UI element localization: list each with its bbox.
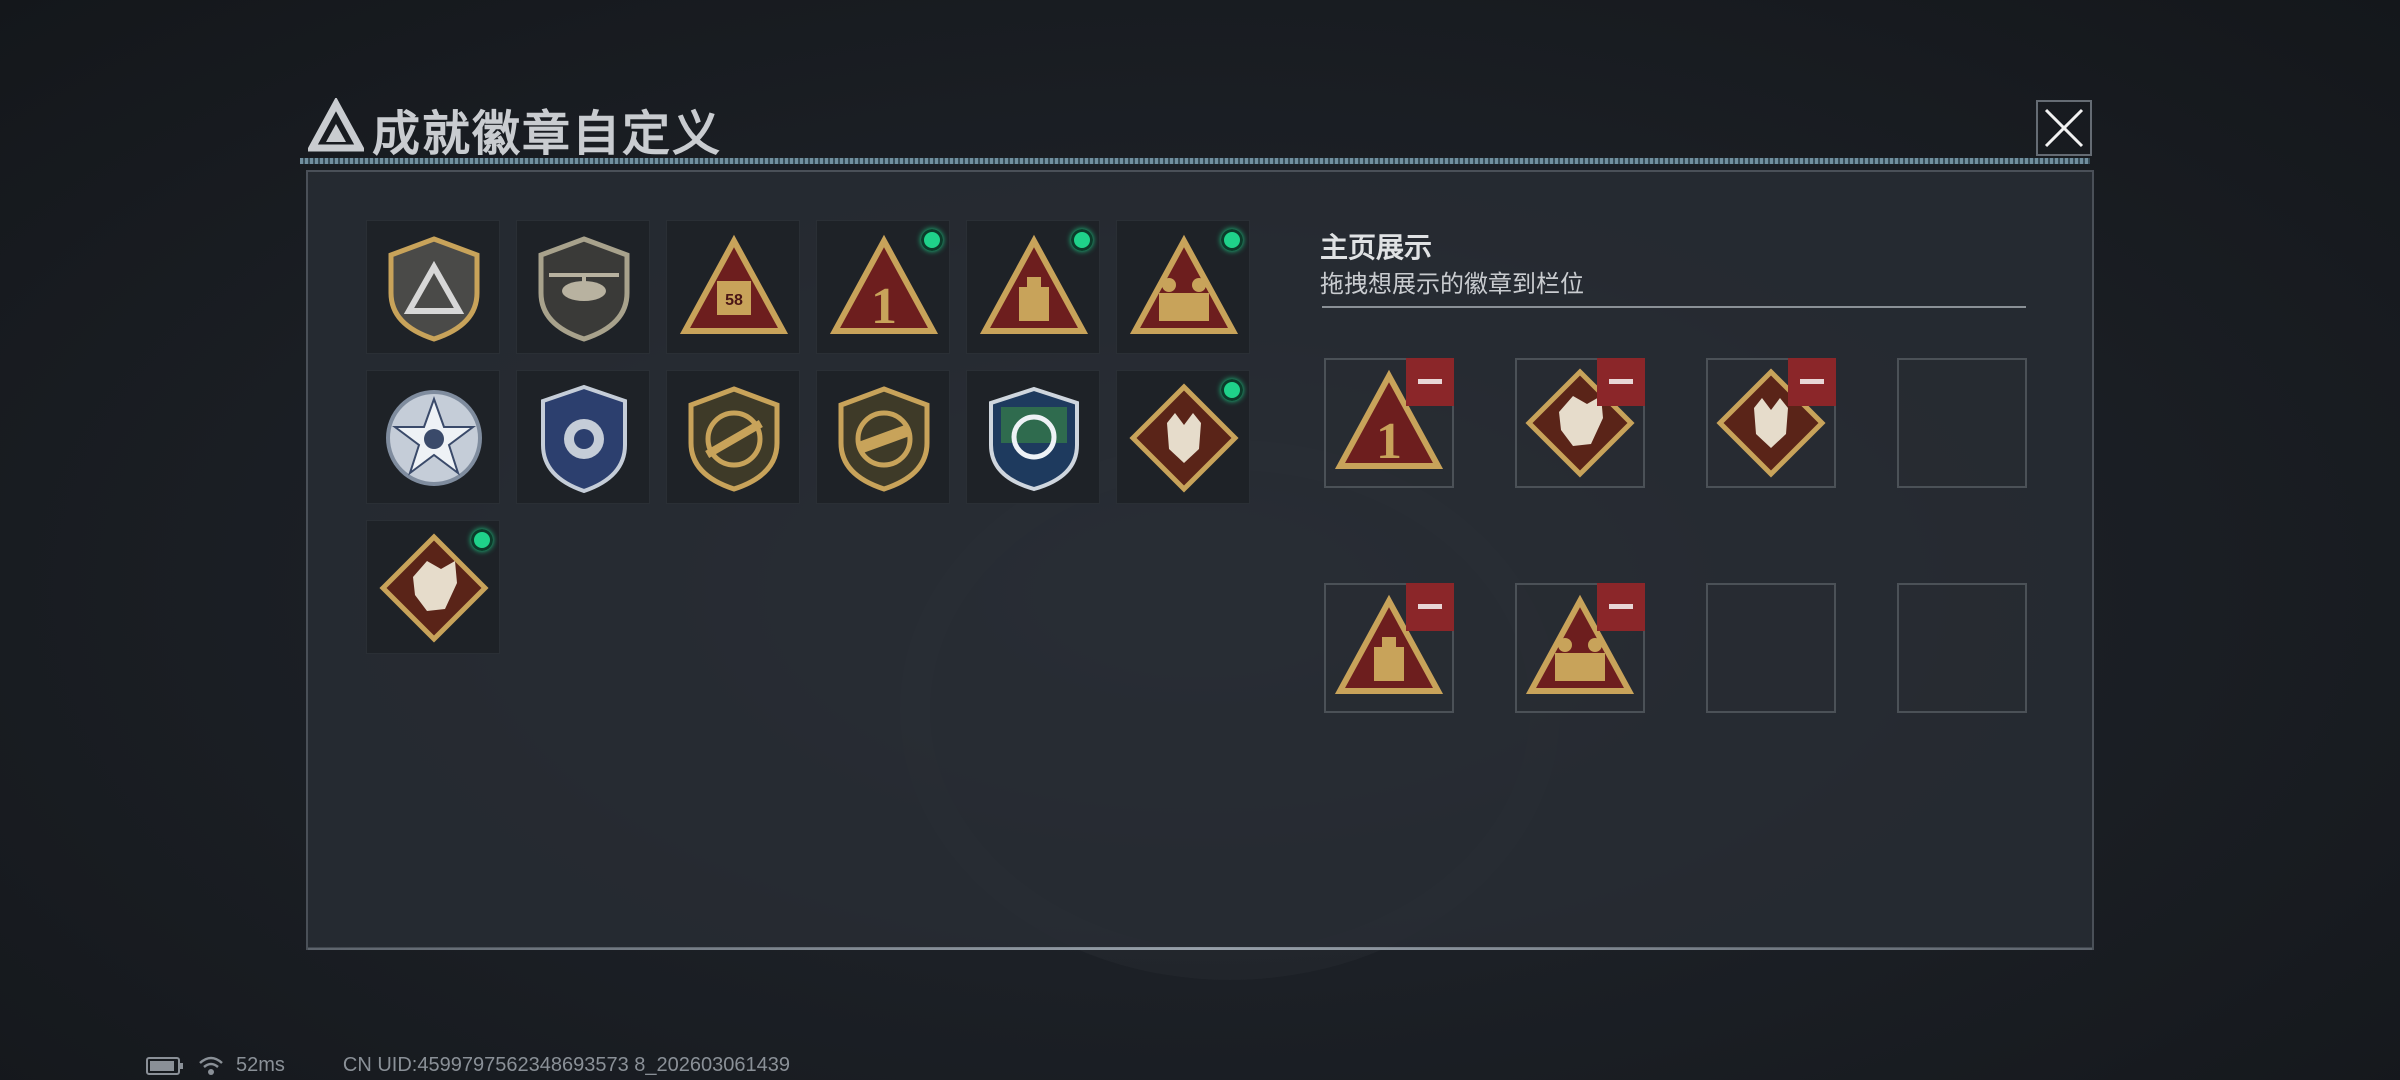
showcase-slot[interactable] <box>1706 358 1836 488</box>
close-icon[interactable] <box>2036 100 2092 156</box>
svg-text:1: 1 <box>871 278 897 335</box>
green-blue-crest-badge-icon <box>989 386 1079 492</box>
badge-cell[interactable] <box>516 370 650 504</box>
badge-cell[interactable] <box>1116 220 1250 354</box>
title-divider <box>300 158 2090 164</box>
dragon-diamond-badge-icon <box>379 533 489 643</box>
blue-police-shield-badge-icon <box>541 384 627 493</box>
wolf-diamond-badge-icon <box>1129 383 1239 493</box>
triangle-supply-badge-icon <box>979 234 1089 334</box>
showcase-divider <box>1322 306 2026 308</box>
remove-badge-button[interactable] <box>1406 358 1454 406</box>
badge-cell[interactable]: 1 <box>816 220 950 354</box>
gray-shield-triangle-badge-icon <box>388 236 480 342</box>
page-title: 成就徽章自定义 <box>372 108 723 161</box>
badge-cell[interactable] <box>666 370 800 504</box>
empty-showcase-slot[interactable] <box>1897 583 2027 713</box>
badge-cell[interactable] <box>366 520 500 654</box>
helicopter-shield-badge-icon <box>538 236 630 342</box>
remove-badge-button[interactable] <box>1788 358 1836 406</box>
remove-badge-button[interactable] <box>1597 358 1645 406</box>
triangle-logo-icon <box>308 98 364 152</box>
showcase-slot[interactable]: 1 <box>1324 358 1454 488</box>
showcase-title: 主页展示 <box>1320 232 1433 263</box>
rifle-shield-badge-icon <box>688 386 780 492</box>
badge-cell[interactable] <box>1116 370 1250 504</box>
new-indicator-dot <box>471 529 493 551</box>
uid-text: CN UID:4599797562348693573 8_20260306143… <box>342 1054 790 1076</box>
svg-text:1: 1 <box>1376 413 1402 470</box>
status-footer: 52ms CN UID:4599797562348693573 8_202603… <box>146 1054 790 1077</box>
triangle-58-badge-icon: 58 <box>679 234 789 334</box>
showcase-subtitle: 拖拽想展示的徽章到栏位 <box>1320 271 1584 298</box>
empty-showcase-slot[interactable] <box>1706 583 1836 713</box>
showcase-slot[interactable] <box>1515 583 1645 713</box>
badge-cell[interactable] <box>966 220 1100 354</box>
triangle-soldiers-badge-icon <box>1129 234 1239 334</box>
showcase-slot[interactable] <box>1324 583 1454 713</box>
silver-star-badge-icon <box>386 390 482 486</box>
badge-cell[interactable] <box>366 370 500 504</box>
empty-showcase-slot[interactable] <box>1897 358 2027 488</box>
badge-cell[interactable]: 58 <box>666 220 800 354</box>
badge-cell[interactable] <box>816 370 950 504</box>
showcase-slot[interactable] <box>1515 358 1645 488</box>
badge-cell[interactable] <box>966 370 1100 504</box>
new-indicator-dot <box>1221 229 1243 251</box>
title-bar: 成就徽章自定义 <box>300 90 2100 170</box>
smg-shield-badge-icon <box>838 386 930 492</box>
triangle-number-1-badge-icon: 1 <box>829 234 939 335</box>
new-indicator-dot <box>921 229 943 251</box>
remove-badge-button[interactable] <box>1597 583 1645 631</box>
badge-panel: 58 1 主页展示 拖拽想展示的徽章到栏位 1 <box>306 170 2094 950</box>
wifi-icon <box>199 1056 223 1075</box>
svg-text:58: 58 <box>725 292 743 309</box>
badge-cell[interactable] <box>516 220 650 354</box>
new-indicator-dot <box>1071 229 1093 251</box>
battery-icon <box>146 1056 183 1075</box>
badge-cell[interactable] <box>366 220 500 354</box>
remove-badge-button[interactable] <box>1406 583 1454 631</box>
ping-text: 52ms <box>236 1054 285 1076</box>
new-indicator-dot <box>1221 379 1243 401</box>
